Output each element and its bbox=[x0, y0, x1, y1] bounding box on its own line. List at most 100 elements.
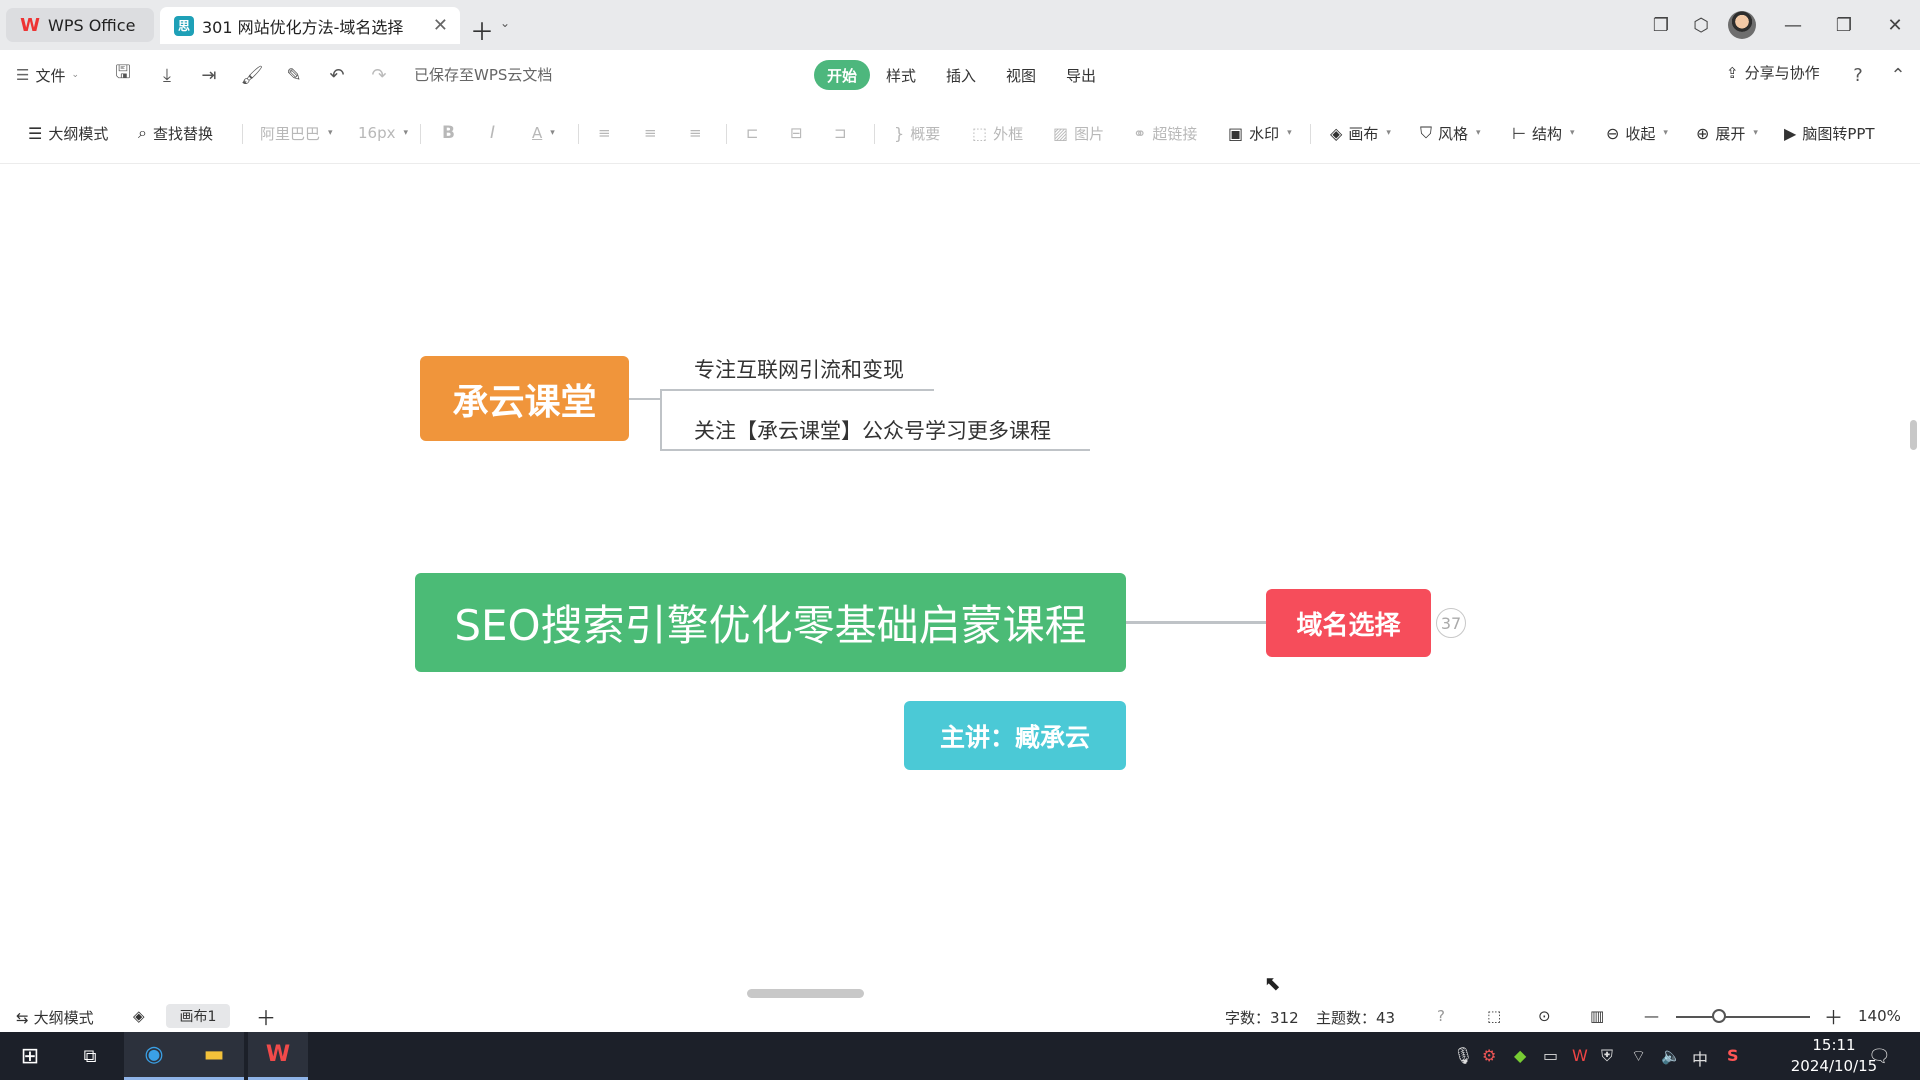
save-icon[interactable]: 🖫 bbox=[110, 62, 136, 88]
expand-button[interactable]: ⊕ 展开 ▾ bbox=[1696, 122, 1758, 144]
canvas-tab[interactable]: 画布1 bbox=[166, 1004, 230, 1028]
zoom-slider-handle[interactable] bbox=[1712, 1009, 1726, 1023]
outline-mode-toggle[interactable]: ⇆ 大纲模式 bbox=[16, 1007, 94, 1028]
tab-insert[interactable]: 插入 bbox=[936, 60, 986, 90]
sogou-ime-icon[interactable]: S bbox=[1727, 1046, 1739, 1065]
display-icon[interactable]: ▭ bbox=[1543, 1046, 1558, 1065]
topic-domain-selection[interactable]: 域名选择 bbox=[1266, 589, 1431, 657]
collapse-ribbon-icon[interactable]: ⌃ bbox=[1885, 62, 1911, 88]
ime-indicator[interactable]: 中 bbox=[1692, 1046, 1708, 1070]
redo-icon[interactable]: ↷ bbox=[366, 62, 392, 88]
topic-speaker[interactable]: 主讲：臧承云 bbox=[904, 701, 1126, 770]
map-icon[interactable]: ▥ bbox=[1590, 1007, 1604, 1025]
brace-icon: } bbox=[894, 123, 905, 143]
download-icon[interactable]: ⤓ bbox=[154, 62, 180, 88]
file-explorer-icon[interactable]: ▬ bbox=[184, 1032, 244, 1080]
image-icon: ▨ bbox=[1053, 123, 1069, 143]
watermark-button[interactable]: ▣ 水印 ▾ bbox=[1228, 122, 1292, 144]
tab-start[interactable]: 开始 bbox=[814, 60, 870, 90]
caret-down-icon: ▾ bbox=[1476, 128, 1481, 138]
mindmap-to-ppt-button[interactable]: ▶ 脑图转PPT bbox=[1784, 122, 1875, 144]
summary-button[interactable]: } 概要 bbox=[894, 122, 940, 144]
mindmap-canvas[interactable]: 承云课堂 专注互联网引流和变现 关注【承云课堂】公众号学习更多课程 SEO搜索引… bbox=[0, 165, 1920, 998]
topic-brand[interactable]: 承云课堂 bbox=[420, 356, 629, 441]
window-list-icon[interactable]: ❐ bbox=[1650, 14, 1672, 36]
wps-tray-icon[interactable]: W bbox=[1572, 1046, 1588, 1065]
help-circle-icon[interactable]: ? bbox=[1437, 1007, 1445, 1025]
search-icon: ⌕ bbox=[138, 123, 147, 142]
horizontal-scrollbar[interactable] bbox=[747, 989, 864, 998]
swap-icon: ⇆ bbox=[16, 1008, 29, 1027]
insert-child-icon[interactable]: ⊏ bbox=[746, 122, 759, 144]
bold-button[interactable]: B bbox=[442, 122, 455, 144]
tab-document[interactable]: 思 301 网站优化方法-域名选择 ✕ bbox=[160, 7, 460, 44]
hyperlink-button[interactable]: ⚭ 超链接 bbox=[1133, 122, 1197, 144]
cube-icon[interactable]: ⬡ bbox=[1690, 14, 1712, 36]
canvas-label: 画布 bbox=[1348, 124, 1379, 143]
tab-export[interactable]: 导出 bbox=[1056, 60, 1106, 90]
caret-down-icon: ▾ bbox=[1386, 128, 1391, 138]
minimize-icon[interactable]: — bbox=[1782, 14, 1804, 36]
topic-root[interactable]: SEO搜索引擎优化零基础启蒙课程 bbox=[415, 573, 1126, 672]
zoom-out-icon[interactable]: — bbox=[1644, 1007, 1659, 1025]
font-family-select[interactable]: 阿里巴巴 ▾ bbox=[260, 122, 333, 144]
security-icon[interactable]: ⛨ bbox=[1601, 1046, 1613, 1066]
avatar[interactable] bbox=[1728, 11, 1756, 39]
format-painter-icon[interactable]: 🖌 bbox=[239, 62, 265, 88]
network-icon[interactable]: ⌔ bbox=[1631, 1046, 1646, 1066]
structure-button[interactable]: ⊢ 结构 ▾ bbox=[1512, 122, 1574, 144]
tab-style[interactable]: 样式 bbox=[876, 60, 926, 90]
layers-icon[interactable]: ◈ bbox=[133, 1007, 145, 1025]
zoom-level[interactable]: 140% bbox=[1858, 1007, 1901, 1025]
frame-button[interactable]: ⬚ 外框 bbox=[972, 122, 1023, 144]
collapse-button[interactable]: ⊖ 收起 ▾ bbox=[1606, 122, 1668, 144]
volume-icon[interactable]: 🔈 bbox=[1661, 1046, 1681, 1065]
new-tab-icon[interactable]: ＋ bbox=[470, 12, 494, 47]
edge-browser-icon[interactable]: ◉ bbox=[124, 1032, 184, 1080]
style-button[interactable]: ⛉ 风格 ▾ bbox=[1420, 122, 1481, 144]
microphone-icon[interactable]: 🎙 bbox=[1453, 1046, 1473, 1065]
subtopic-follow[interactable]: 关注【承云课堂】公众号学习更多课程 bbox=[694, 415, 1051, 445]
vertical-scrollbar[interactable] bbox=[1910, 420, 1917, 450]
zoom-in-icon[interactable]: ＋ bbox=[1824, 1003, 1843, 1030]
export-icon[interactable]: ⇥ bbox=[196, 62, 222, 88]
restore-icon[interactable]: ❐ bbox=[1833, 14, 1855, 36]
tab-view[interactable]: 视图 bbox=[996, 60, 1046, 90]
pen-icon[interactable]: ✎ bbox=[281, 62, 307, 88]
outline-mode-status-label: 大纲模式 bbox=[33, 1009, 94, 1027]
select-icon[interactable]: ⬚ bbox=[1487, 1007, 1501, 1025]
tray-app-icon[interactable]: ⚙ bbox=[1482, 1046, 1496, 1065]
zoom-slider[interactable] bbox=[1676, 1016, 1810, 1018]
subtopic-focus[interactable]: 专注互联网引流和变现 bbox=[694, 354, 904, 384]
font-size-select[interactable]: 16px ▾ bbox=[358, 122, 408, 144]
insert-sibling-icon[interactable]: ⊟ bbox=[790, 122, 803, 144]
chevron-down-icon[interactable]: ⌄ bbox=[500, 16, 510, 30]
nvidia-icon[interactable]: ◆ bbox=[1514, 1046, 1526, 1065]
collapsed-count-badge[interactable]: 37 bbox=[1436, 608, 1466, 638]
plus-circle-icon: ⊕ bbox=[1696, 123, 1710, 143]
add-canvas-icon[interactable]: ＋ bbox=[256, 1002, 276, 1031]
find-replace-button[interactable]: ⌕ 查找替换 bbox=[138, 122, 213, 144]
file-menu[interactable]: ☰ 文件 ⌄ bbox=[16, 62, 79, 88]
notification-icon[interactable]: 🗨 bbox=[1868, 1046, 1891, 1067]
task-view-icon[interactable]: ⧉ bbox=[60, 1032, 120, 1080]
image-button[interactable]: ▨ 图片 bbox=[1053, 122, 1104, 144]
windows-start-icon[interactable]: ⊞ bbox=[0, 1032, 60, 1080]
tab-wps-office[interactable]: W WPS Office bbox=[6, 8, 154, 42]
align-center-icon[interactable]: ≡ bbox=[644, 122, 657, 144]
structure-label: 结构 bbox=[1531, 124, 1562, 143]
insert-parent-icon[interactable]: ⊐ bbox=[834, 122, 847, 144]
help-icon[interactable]: ? bbox=[1845, 62, 1871, 88]
undo-icon[interactable]: ↶ bbox=[324, 62, 350, 88]
close-tab-icon[interactable]: ✕ bbox=[433, 15, 448, 36]
close-window-icon[interactable]: ✕ bbox=[1884, 14, 1906, 36]
locate-icon[interactable]: ⊙ bbox=[1538, 1007, 1551, 1025]
outline-mode-button[interactable]: ☰ 大纲模式 bbox=[28, 122, 108, 144]
italic-button[interactable]: I bbox=[490, 122, 495, 144]
align-left-icon[interactable]: ≡ bbox=[598, 122, 611, 144]
wps-taskbar-icon[interactable]: W bbox=[248, 1032, 308, 1080]
font-color-button[interactable]: A ▾ bbox=[532, 122, 555, 144]
align-right-icon[interactable]: ≡ bbox=[689, 122, 702, 144]
canvas-button[interactable]: ◈ 画布 ▾ bbox=[1330, 122, 1391, 144]
share-button[interactable]: ⇪ 分享与协作 bbox=[1726, 62, 1820, 83]
